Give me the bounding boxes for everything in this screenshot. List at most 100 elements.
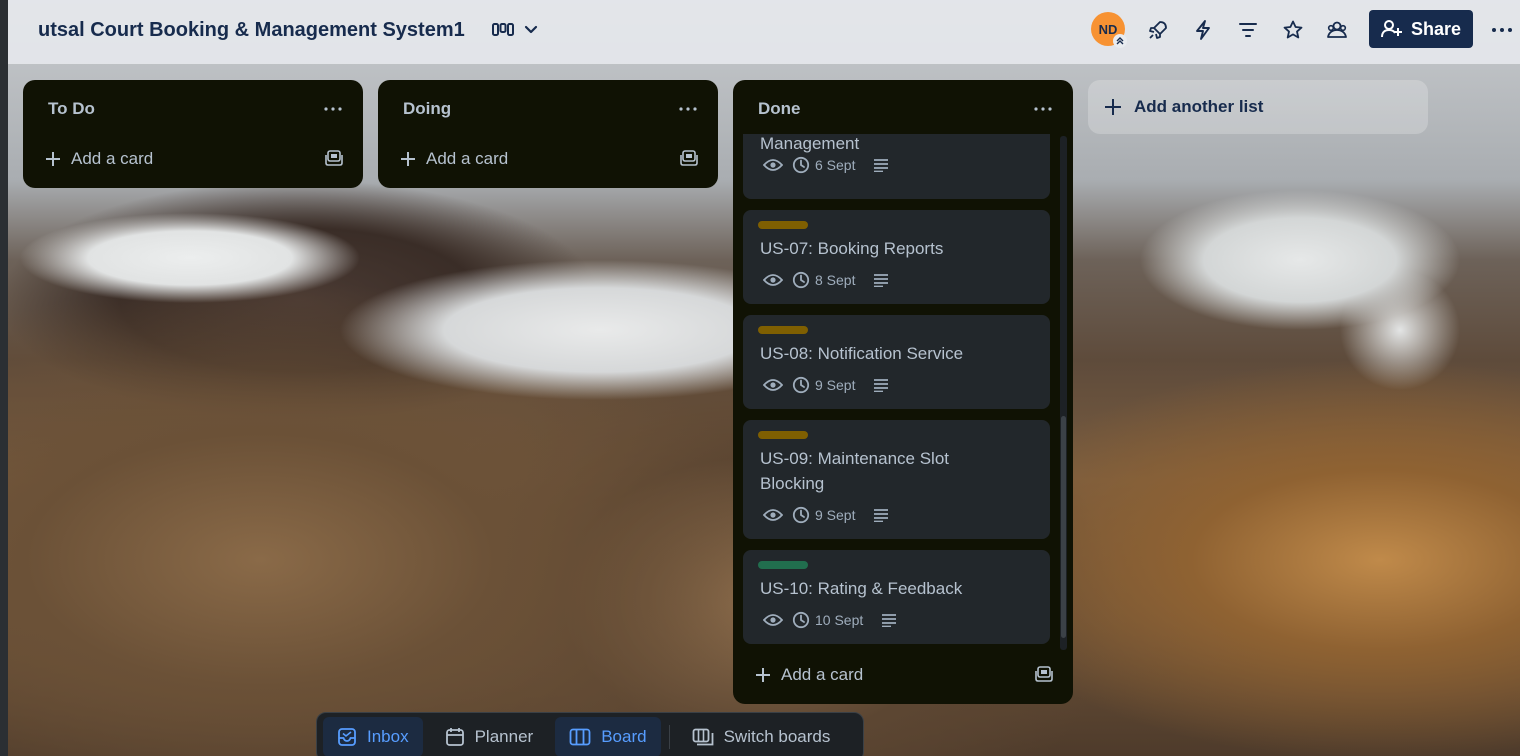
card-label[interactable] xyxy=(758,561,808,569)
card-template-icon[interactable] xyxy=(680,150,698,166)
plus-icon xyxy=(1104,98,1122,116)
card-template-icon[interactable] xyxy=(1035,666,1053,682)
add-list-button[interactable]: Add another list xyxy=(1088,80,1428,134)
card-label[interactable] xyxy=(758,431,808,439)
board-icon xyxy=(569,728,591,746)
watch-icon xyxy=(763,505,783,525)
description-icon xyxy=(873,508,889,522)
card-template-icon[interactable] xyxy=(325,150,343,166)
card-title: US-07: Booking Reports xyxy=(760,239,944,258)
star-icon[interactable] xyxy=(1277,14,1309,46)
plus-icon xyxy=(755,667,771,683)
watch-icon xyxy=(763,270,783,290)
view-switcher-button[interactable] xyxy=(486,14,556,46)
card-list: Management 6 Sept US-07: Booking Reports… xyxy=(743,134,1060,664)
sidebar-edge xyxy=(0,0,8,756)
list-doing: Doing Add a card xyxy=(378,80,718,188)
card-badges: 6 Sept xyxy=(763,155,889,175)
share-label: Share xyxy=(1410,18,1462,39)
due-date-badge: 9 Sept xyxy=(792,376,855,394)
list-header: Done xyxy=(733,80,1073,138)
list-item[interactable]: US-08: Notification Service 9 Sept xyxy=(743,315,1050,409)
description-icon xyxy=(881,613,897,627)
description-icon xyxy=(873,273,889,287)
list-item[interactable]: Management 6 Sept xyxy=(743,134,1050,199)
card-badges: 9 Sept xyxy=(763,375,889,395)
list-item[interactable]: US-07: Booking Reports 8 Sept xyxy=(743,210,1050,304)
list-todo: To Do Add a card xyxy=(23,80,363,188)
divider xyxy=(668,725,670,749)
due-date-badge: 8 Sept xyxy=(792,271,855,289)
add-list-label: Add another list xyxy=(1134,97,1264,116)
list-header: Doing xyxy=(378,80,718,138)
bottom-nav-bar: Inbox Planner Board Switch boards xyxy=(316,712,864,756)
inbox-icon xyxy=(337,727,357,747)
switch-boards-label: Switch boards xyxy=(723,727,831,746)
card-label[interactable] xyxy=(758,326,808,334)
description-icon xyxy=(873,158,889,172)
add-card-label: Add a card xyxy=(71,149,154,168)
watch-icon xyxy=(763,610,783,630)
list-item[interactable]: US-09: Maintenance Slot Blocking 9 Sept xyxy=(743,420,1050,539)
add-card-label: Add a card xyxy=(781,665,864,684)
add-person-icon xyxy=(1380,19,1403,39)
list-menu-icon[interactable] xyxy=(676,100,700,118)
more-icon[interactable] xyxy=(1486,14,1518,46)
power-ups-icon[interactable] xyxy=(1142,14,1174,46)
card-badges: 10 Sept xyxy=(763,610,897,630)
card-title: Management xyxy=(760,134,860,153)
card-badges: 9 Sept xyxy=(763,505,889,525)
filter-icon[interactable] xyxy=(1232,14,1264,46)
due-date: 10 Sept xyxy=(815,612,864,628)
list-menu-icon[interactable] xyxy=(1031,100,1055,118)
planner-label: Planner xyxy=(474,727,534,746)
card-title: US-10: Rating & Feedback xyxy=(760,579,963,598)
add-card-button[interactable]: Add a card xyxy=(37,141,349,177)
switch-boards-button[interactable]: Switch boards xyxy=(678,717,845,756)
automation-icon[interactable] xyxy=(1187,14,1219,46)
add-card-button[interactable]: Add a card xyxy=(747,657,1059,693)
description-icon xyxy=(873,378,889,392)
list-title[interactable]: Doing xyxy=(403,99,451,119)
share-button[interactable]: Share xyxy=(1369,10,1473,48)
list-header: To Do xyxy=(23,80,363,138)
due-date-badge: 9 Sept xyxy=(792,506,855,524)
list-done: Done Management 6 Sept US-07: Booking Re… xyxy=(733,80,1073,704)
due-date: 8 Sept xyxy=(815,272,856,288)
due-date: 9 Sept xyxy=(815,377,856,393)
avatar[interactable]: ND xyxy=(1091,12,1127,48)
board-label: Board xyxy=(601,727,647,746)
due-date: 9 Sept xyxy=(815,507,856,523)
watch-icon xyxy=(763,375,783,395)
add-card-label: Add a card xyxy=(426,149,509,168)
card-badges: 8 Sept xyxy=(763,270,889,290)
planner-tab[interactable]: Planner xyxy=(431,717,548,756)
due-date-badge: 6 Sept xyxy=(792,156,855,174)
card-label[interactable] xyxy=(758,221,808,229)
due-date: 6 Sept xyxy=(815,157,856,173)
avatar-initials: ND xyxy=(1098,21,1118,37)
add-card-button[interactable]: Add a card xyxy=(392,141,704,177)
list-title[interactable]: Done xyxy=(758,99,801,119)
list-menu-icon[interactable] xyxy=(321,100,345,118)
watch-icon xyxy=(763,155,783,175)
inbox-tab[interactable]: Inbox xyxy=(323,717,423,756)
admin-chevron-icon xyxy=(1113,34,1127,48)
card-title: US-08: Notification Service xyxy=(760,344,964,363)
board-tab[interactable]: Board xyxy=(555,717,661,756)
inbox-label: Inbox xyxy=(367,727,409,746)
card-title: US-09: Maintenance Slot Blocking xyxy=(760,449,949,493)
board-title[interactable]: utsal Court Booking & Management System1 xyxy=(38,19,465,42)
list-scrollbar[interactable] xyxy=(1060,136,1067,650)
board-header: utsal Court Booking & Management System1… xyxy=(8,0,1520,64)
switch-boards-icon xyxy=(692,728,714,746)
visibility-icon[interactable] xyxy=(1321,14,1353,46)
list-title[interactable]: To Do xyxy=(48,99,95,119)
board-view-icon xyxy=(492,22,514,38)
list-item[interactable]: US-10: Rating & Feedback 10 Sept xyxy=(743,550,1050,644)
chevron-down-icon xyxy=(524,25,538,35)
plus-icon xyxy=(45,151,61,167)
scroll-thumb[interactable] xyxy=(1061,416,1066,638)
calendar-icon xyxy=(445,727,465,747)
plus-icon xyxy=(400,151,416,167)
